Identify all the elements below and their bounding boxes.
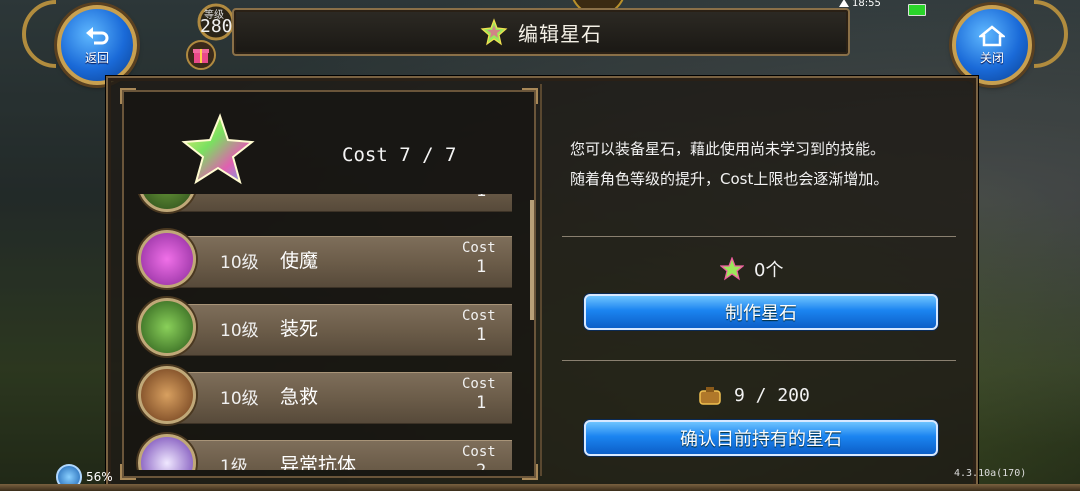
storage-capacity: 9 / 200 xyxy=(698,384,810,406)
bottom-frame xyxy=(0,484,1080,491)
star-stone-icon xyxy=(480,18,508,46)
skill-cost: 1 xyxy=(476,257,487,277)
first-aid-icon xyxy=(138,366,196,424)
description-line-1: 您可以装备星石，藉此使用尚未学习到的技能。 xyxy=(570,140,886,158)
panel-divider xyxy=(540,84,542,476)
back-button-label: 返回 xyxy=(84,50,109,65)
description-line-2: 随着角色等级的提升，Cost上限也会逐渐增加。 xyxy=(570,170,889,188)
star-stone-large-icon xyxy=(181,113,255,185)
star-stone-small-icon xyxy=(720,257,744,281)
skill-level: 10级 xyxy=(220,389,259,409)
divider xyxy=(562,236,956,237)
cost-summary: Cost 7 / 7 xyxy=(342,144,457,166)
gift-icon[interactable] xyxy=(186,40,216,70)
page-title: 编辑星石 xyxy=(518,21,602,46)
skill-name: 使魔 xyxy=(280,250,319,272)
gem-count-value: 0个 xyxy=(754,260,784,281)
make-star-stone-button[interactable]: 制作星石 xyxy=(584,294,938,330)
signal-icon xyxy=(839,0,849,7)
skill-name: 异常抗体 xyxy=(280,454,357,470)
confirm-owned-stones-button[interactable]: 确认目前持有的星石 xyxy=(584,420,938,456)
cost-label: Cost xyxy=(462,444,496,460)
treasure-bag-icon xyxy=(699,387,721,405)
capacity-value: 9 / 200 xyxy=(734,384,810,406)
battery-percent: 56% xyxy=(86,470,113,484)
version-label: 4.3.10a(170) xyxy=(954,468,1027,479)
skill-name: 装死 xyxy=(280,318,319,340)
gem-count: 0个 xyxy=(720,256,783,282)
skill-list[interactable]: 1 10级 使魔 Cost 1 10级 装死 Cost 1 10级 急救 Cos… xyxy=(130,194,530,470)
cost-label: Cost xyxy=(462,308,496,324)
skill-level: 1级 xyxy=(220,457,248,470)
skill-row[interactable]: 1级 异常抗体 Cost 2 xyxy=(138,434,530,470)
skill-cost: 1 xyxy=(476,325,487,345)
description: 您可以装备星石，藉此使用尚未学习到的技能。 随着角色等级的提升，Cost上限也会… xyxy=(570,134,888,194)
skill-cost-partial: 1 xyxy=(476,194,486,201)
skill-cost: 1 xyxy=(476,393,487,413)
clock: 18:55 xyxy=(852,0,881,9)
skill-row[interactable]: 10级 装死 Cost 1 xyxy=(138,298,530,358)
divider xyxy=(562,360,956,361)
close-button[interactable]: 关闭 xyxy=(952,5,1032,85)
back-button[interactable]: 返回 xyxy=(57,5,137,85)
title-bar: 编辑星石 xyxy=(232,8,850,56)
skill-list-scrollbar[interactable] xyxy=(530,200,534,468)
back-arrow-icon xyxy=(86,26,109,44)
cost-label: Cost xyxy=(462,376,496,392)
skill-row-partial[interactable]: 1 xyxy=(138,194,530,214)
skill-row[interactable]: 10级 使魔 Cost 1 xyxy=(138,230,530,290)
scroll-thumb[interactable] xyxy=(530,200,534,320)
close-button-label: 关闭 xyxy=(979,50,1004,65)
home-icon xyxy=(979,24,1005,46)
skill-cost: 2 xyxy=(476,461,486,470)
battery-icon xyxy=(908,4,926,16)
skill-row[interactable]: 10级 急救 Cost 1 xyxy=(138,366,530,426)
skill-name: 急救 xyxy=(280,386,319,408)
play-dead-icon xyxy=(138,298,196,356)
skill-level: 10级 xyxy=(220,321,259,341)
cost-label: Cost xyxy=(462,240,496,256)
skill-level: 10级 xyxy=(220,253,259,273)
level-value: 280 xyxy=(200,16,233,37)
cat-familiar-icon xyxy=(138,230,196,288)
